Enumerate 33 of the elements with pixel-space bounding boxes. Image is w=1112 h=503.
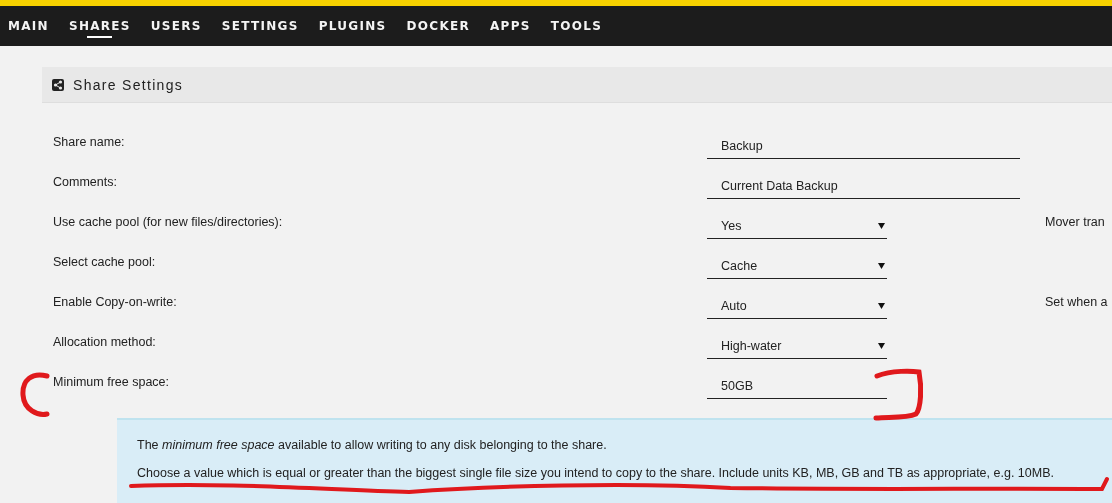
setting-label: Minimum free space: — [53, 375, 170, 389]
nav-tab[interactable]: DOCKER — [406, 6, 471, 46]
text-field[interactable]: Backup — [707, 133, 1020, 159]
nav-tab[interactable]: USERS — [150, 6, 202, 46]
setting-label: Share name: — [53, 135, 126, 149]
nav-tab[interactable]: SHARES — [68, 6, 131, 46]
caret-icon — [878, 222, 885, 229]
help-text: Choose a value which is equal or greater than the biggest single file size you intend to copy to the share. Include units KB, MB, GB and TB as appropriate, e.g. 10MB. — [137, 466, 1055, 480]
share-icon — [52, 78, 64, 91]
dropdown[interactable]: Cache — [707, 253, 887, 279]
setting-label: Select cache pool: — [53, 255, 157, 269]
help-text: The minimum free space available to allow writing to any disk belonging to the share. — [137, 438, 608, 452]
setting-note: Mover tran — [1045, 215, 1106, 229]
nav-tab[interactable]: TOOLS — [550, 6, 603, 46]
caret-icon — [878, 262, 885, 269]
caret-icon — [878, 302, 885, 309]
section-title: Share Settings — [73, 76, 184, 93]
nav-tab[interactable]: MAIN — [8, 6, 49, 46]
text-field[interactable]: Current Data Backup — [707, 173, 1020, 199]
nav-tab[interactable]: APPS — [490, 6, 531, 46]
text-field[interactable]: 50GB — [707, 373, 887, 399]
setting-label: Comments: — [53, 175, 118, 189]
setting-label: Use cache pool (for new files/directories): — [53, 215, 284, 229]
dropdown[interactable]: High-water — [707, 333, 887, 359]
dropdown[interactable]: Auto — [707, 293, 887, 319]
nav-tab[interactable]: PLUGINS — [318, 6, 387, 46]
nav-tab[interactable]: SETTINGS — [221, 6, 299, 46]
setting-label: Allocation method: — [53, 335, 157, 349]
caret-icon — [878, 342, 885, 349]
dropdown[interactable]: Yes — [707, 213, 887, 239]
circle-annotation — [20, 370, 50, 420]
setting-note: Set when a — [1045, 295, 1109, 309]
setting-label: Enable Copy-on-write: — [53, 295, 178, 309]
